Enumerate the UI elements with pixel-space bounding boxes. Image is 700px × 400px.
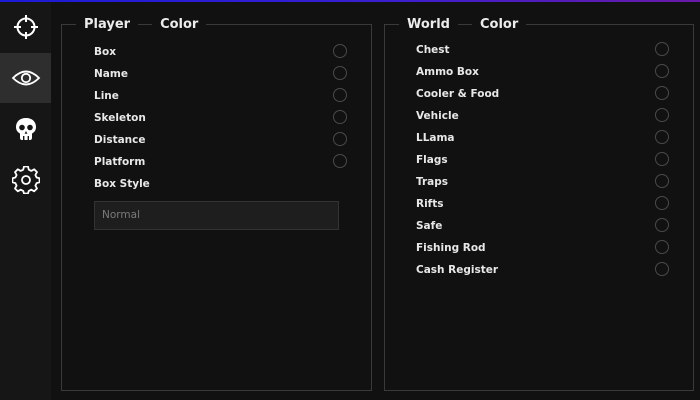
option-label: Traps xyxy=(416,176,449,188)
color-toggle[interactable] xyxy=(655,240,669,254)
player-color-label: Color xyxy=(160,16,199,32)
accent-bar xyxy=(0,0,700,2)
player-option-line[interactable]: Line xyxy=(94,85,352,107)
color-toggle[interactable] xyxy=(333,66,347,80)
player-panel-header: Player Color xyxy=(76,16,207,32)
world-color-label: Color xyxy=(479,16,519,32)
eye-icon xyxy=(11,68,41,88)
world-option-cash-register[interactable]: Cash Register xyxy=(416,259,674,281)
color-toggle[interactable] xyxy=(655,86,669,100)
box-style-select[interactable]: Normal xyxy=(94,201,339,230)
option-label: Rifts xyxy=(416,198,444,210)
player-panel: Player Color Box Name Line Skeleton Dist… xyxy=(61,16,372,391)
option-label: Distance xyxy=(94,134,146,146)
option-label: Ammo Box xyxy=(416,66,479,78)
color-toggle[interactable] xyxy=(655,108,669,122)
skull-icon xyxy=(13,116,39,142)
color-toggle[interactable] xyxy=(655,218,669,232)
nav-settings-button[interactable] xyxy=(0,155,51,205)
world-option-ammo-box[interactable]: Ammo Box xyxy=(416,61,674,83)
header-divider xyxy=(457,23,472,25)
world-option-safe[interactable]: Safe xyxy=(416,215,674,237)
color-toggle[interactable] xyxy=(655,152,669,166)
world-panel-title: World xyxy=(407,16,450,32)
color-toggle[interactable] xyxy=(333,132,347,146)
color-toggle[interactable] xyxy=(655,174,669,188)
world-panel: World Color Chest Ammo Box Cooler & Food… xyxy=(384,16,694,391)
option-label: Cooler & Food xyxy=(416,88,500,100)
color-toggle[interactable] xyxy=(333,88,347,102)
player-option-name[interactable]: Name xyxy=(94,63,352,85)
color-toggle[interactable] xyxy=(333,44,347,58)
world-option-chest[interactable]: Chest xyxy=(416,39,674,61)
option-label: Box xyxy=(94,46,116,58)
option-label: Platform xyxy=(94,156,146,168)
option-label: Cash Register xyxy=(416,264,499,276)
option-label: Safe xyxy=(416,220,443,232)
world-option-fishing-rod[interactable]: Fishing Rod xyxy=(416,237,674,259)
world-option-llama[interactable]: LLama xyxy=(416,127,674,149)
nav-misc-button[interactable] xyxy=(0,104,51,154)
color-toggle[interactable] xyxy=(655,64,669,78)
option-label: Line xyxy=(94,90,119,102)
world-option-traps[interactable]: Traps xyxy=(416,171,674,193)
player-option-distance[interactable]: Distance xyxy=(94,129,352,151)
nav-aimbot-button[interactable] xyxy=(0,2,51,52)
color-toggle[interactable] xyxy=(333,154,347,168)
gear-icon xyxy=(11,166,40,194)
option-label: LLama xyxy=(416,132,455,144)
option-label: Name xyxy=(94,68,128,80)
world-option-vehicle[interactable]: Vehicle xyxy=(416,105,674,127)
color-toggle[interactable] xyxy=(655,196,669,210)
player-panel-title: Player xyxy=(84,16,131,32)
option-label: Skeleton xyxy=(94,112,146,124)
world-option-rifts[interactable]: Rifts xyxy=(416,193,674,215)
player-option-platform[interactable]: Platform xyxy=(94,151,352,173)
nav-visuals-button[interactable] xyxy=(0,53,51,103)
color-toggle[interactable] xyxy=(655,262,669,276)
world-option-cooler-food[interactable]: Cooler & Food xyxy=(416,83,674,105)
sidebar xyxy=(0,2,51,400)
player-option-skeleton[interactable]: Skeleton xyxy=(94,107,352,129)
world-option-flags[interactable]: Flags xyxy=(416,149,674,171)
box-style-label: Box Style xyxy=(94,178,150,190)
color-toggle[interactable] xyxy=(655,42,669,56)
crosshair-icon xyxy=(13,14,39,40)
color-toggle[interactable] xyxy=(333,110,347,124)
option-label: Vehicle xyxy=(416,110,459,122)
option-label: Fishing Rod xyxy=(416,242,486,254)
player-option-box[interactable]: Box xyxy=(94,41,352,63)
world-panel-header: World Color xyxy=(399,16,527,32)
box-style-row: Box Style xyxy=(94,173,352,195)
color-toggle[interactable] xyxy=(655,130,669,144)
header-divider xyxy=(138,23,153,25)
esp-settings-window: Player Color Box Name Line Skeleton Dist… xyxy=(0,0,700,400)
option-label: Chest xyxy=(416,44,450,56)
option-label: Flags xyxy=(416,154,448,166)
